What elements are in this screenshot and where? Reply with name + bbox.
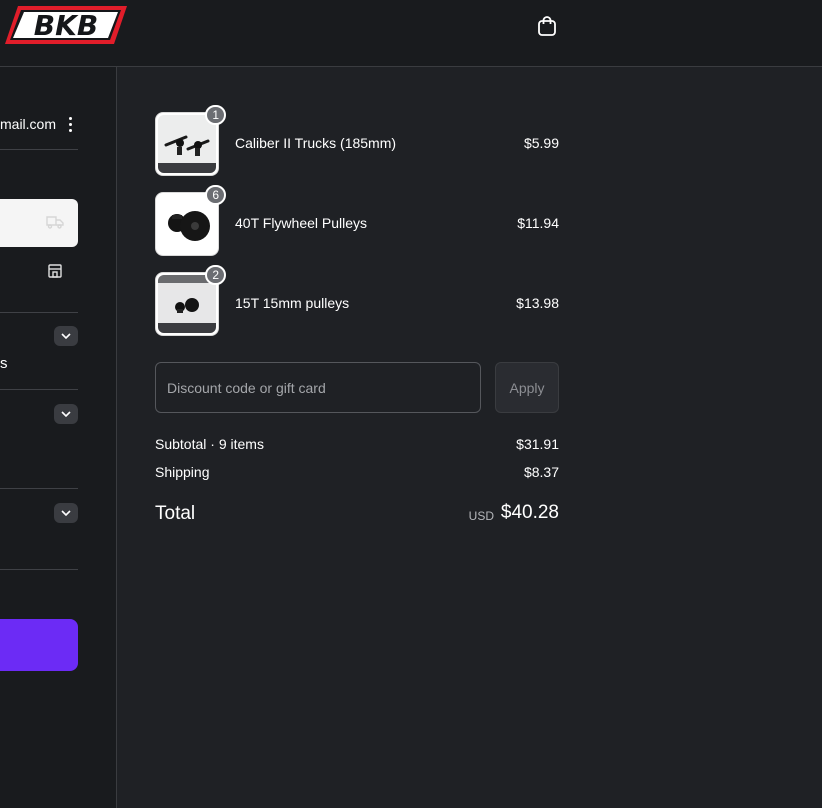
account-email: mail.com — [0, 116, 57, 132]
divider — [0, 149, 78, 150]
quantity-badge: 2 — [205, 265, 226, 285]
subtotal-value: $31.91 — [516, 436, 559, 452]
subtotal-label: Subtotal · 9 items — [155, 436, 264, 452]
product-name: Caliber II Trucks (185mm) — [235, 135, 397, 151]
discount-row: Apply — [155, 362, 559, 413]
subtotal-row: Subtotal · 9 items $31.91 — [155, 436, 559, 452]
shipping-row: Shipping $8.37 — [155, 464, 559, 480]
discount-code-input[interactable] — [155, 362, 481, 413]
shopping-bag-icon — [538, 16, 556, 36]
divider — [0, 488, 78, 489]
product-price: $13.98 — [516, 295, 559, 311]
delivery-option-ship[interactable] — [0, 199, 78, 247]
store-icon[interactable] — [47, 263, 63, 279]
order-summary: 1 Caliber II Trucks (185mm) $5.99 6 40T … — [155, 105, 559, 352]
currency-code: USD — [468, 509, 494, 523]
quantity-badge: 1 — [205, 105, 226, 125]
quantity-badge: 6 — [205, 185, 226, 205]
divider — [0, 569, 78, 570]
divider — [0, 312, 78, 313]
shipping-value: $8.37 — [523, 464, 559, 480]
product-price: $11.94 — [517, 215, 559, 231]
header: BKB — [0, 0, 822, 67]
line-item: 1 Caliber II Trucks (185mm) $5.99 — [155, 105, 559, 176]
logo-text: BKB — [34, 9, 98, 42]
chevron-down-icon[interactable] — [54, 503, 78, 523]
total-label: Total — [155, 503, 196, 524]
pay-now-button[interactable] — [0, 619, 78, 671]
line-item: 6 40T Flywheel Pulleys $11.94 — [155, 185, 559, 256]
apply-button[interactable]: Apply — [495, 362, 559, 413]
bkb-logo[interactable]: BKB — [4, 4, 128, 46]
divider — [0, 389, 78, 390]
chevron-down-icon[interactable] — [54, 404, 78, 424]
product-thumbnail: 6 — [155, 185, 226, 256]
product-name: 40T Flywheel Pulleys — [235, 215, 368, 231]
truck-icon — [46, 216, 64, 229]
kebab-icon[interactable] — [64, 114, 76, 134]
section-text: s — [0, 355, 8, 372]
chevron-down-icon[interactable] — [54, 326, 78, 346]
checkout-form-panel: mail.com s — [0, 67, 117, 808]
product-name: 15T 15mm pulleys — [235, 295, 350, 311]
product-thumbnail: 2 — [155, 265, 226, 336]
product-price: $5.99 — [523, 135, 559, 151]
product-thumbnail: 1 — [155, 105, 226, 176]
cart-button[interactable] — [533, 12, 561, 40]
total-value: $40.28 — [500, 502, 559, 523]
shipping-label: Shipping — [155, 464, 210, 480]
line-item: 2 15T 15mm pulleys $13.98 — [155, 265, 559, 336]
